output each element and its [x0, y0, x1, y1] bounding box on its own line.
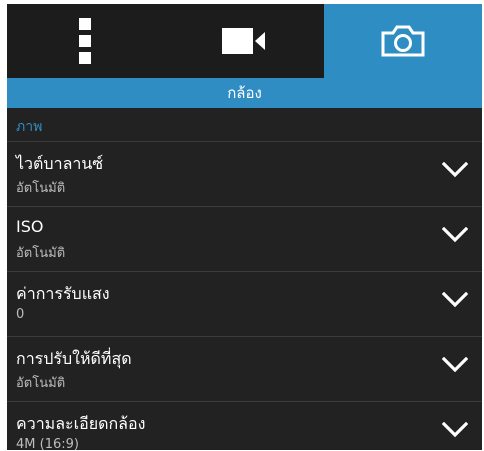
camera-settings-panel: กล้อง ภาพ ไวต์บาลานซ์ อัตโนมัติ ISO อัตโ… [7, 4, 482, 450]
setting-iso[interactable]: ISO อัตโนมัติ [7, 207, 482, 272]
more-vertical-icon [79, 18, 91, 64]
setting-value: อัตโนมัติ [16, 181, 66, 196]
setting-label: ISO [16, 217, 44, 236]
tab-video[interactable] [165, 4, 324, 78]
chevron-down-icon[interactable] [442, 162, 468, 178]
mode-tab-bar [7, 4, 482, 78]
settings-list: ไวต์บาลานซ์ อัตโนมัติ ISO อัตโนมัติ ค่าก… [7, 142, 482, 450]
chevron-down-icon[interactable] [442, 292, 468, 308]
tab-menu[interactable] [7, 4, 165, 78]
setting-exposure[interactable]: ค่าการรับแสง 0 [7, 272, 482, 337]
tab-camera[interactable] [324, 4, 482, 78]
setting-label: การปรับให้ดีที่สุด [16, 349, 132, 368]
setting-value: 4M (16:9) [16, 437, 79, 450]
chevron-down-icon[interactable] [442, 357, 468, 373]
setting-white-balance[interactable]: ไวต์บาลานซ์ อัตโนมัติ [7, 142, 482, 207]
setting-value: 0 [16, 307, 25, 322]
setting-value: อัตโนมัติ [16, 246, 66, 261]
section-header-label: ภาพ [16, 119, 43, 135]
chevron-down-icon[interactable] [442, 422, 468, 438]
page-title: กล้อง [7, 78, 482, 108]
setting-optimization[interactable]: การปรับให้ดีที่สุด อัตโนมัติ [7, 337, 482, 402]
setting-label: ความละเอียดกล้อง [16, 414, 146, 433]
camera-icon [381, 25, 425, 57]
setting-camera-resolution[interactable]: ความละเอียดกล้อง 4M (16:9) [7, 402, 482, 450]
setting-label: ไวต์บาลานซ์ [16, 154, 104, 173]
section-header-image: ภาพ [7, 108, 482, 142]
setting-value: อัตโนมัติ [16, 376, 66, 391]
video-camera-icon [221, 28, 265, 54]
chevron-down-icon[interactable] [442, 227, 468, 243]
setting-label: ค่าการรับแสง [16, 284, 110, 303]
page-title-text: กล้อง [227, 84, 262, 102]
